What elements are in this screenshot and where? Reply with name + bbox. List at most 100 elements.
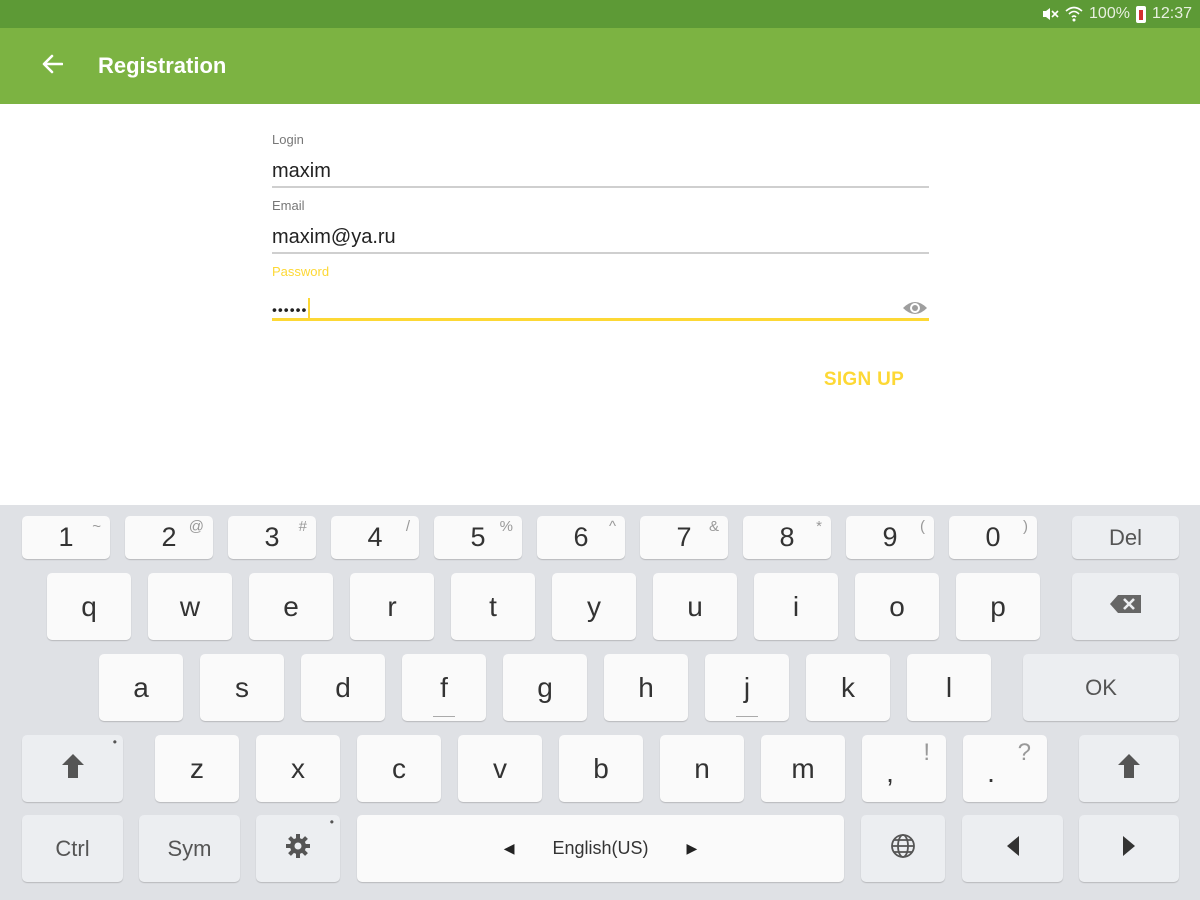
key-cursor-right[interactable]: [1079, 815, 1179, 882]
key-s[interactable]: s: [200, 654, 284, 721]
key-1[interactable]: 1 ~: [22, 516, 110, 559]
status-bar: 100% 12:37: [0, 0, 1200, 28]
key-label: f: [440, 671, 448, 703]
key-label: 0: [985, 522, 1001, 552]
key-label: 8: [779, 522, 795, 552]
shift-icon: [1117, 753, 1141, 785]
key-8[interactable]: 8 *: [743, 516, 831, 559]
password-field[interactable]: Password ••••••: [272, 260, 929, 326]
text-cursor: [308, 298, 311, 320]
dot-indicator: •: [329, 815, 334, 829]
key-hint: @: [188, 518, 204, 535]
key-w[interactable]: w: [148, 573, 232, 640]
key-shift-right[interactable]: [1079, 735, 1179, 802]
key-u[interactable]: u: [653, 573, 737, 640]
key-comma[interactable]: ,!: [862, 735, 946, 802]
email-field[interactable]: Email maxim@ya.ru: [272, 194, 929, 260]
eye-icon[interactable]: [901, 298, 929, 318]
password-dots: ••••••: [272, 301, 308, 318]
key-j[interactable]: j: [705, 654, 789, 721]
caret-right-icon: [1121, 835, 1137, 863]
caret-left-icon: [1005, 835, 1021, 863]
key-h[interactable]: h: [604, 654, 688, 721]
backspace-icon: [1109, 594, 1143, 620]
shift-icon: [61, 753, 85, 785]
key-d[interactable]: d: [301, 654, 385, 721]
soft-keyboard: 1 ~ 2 @ 3 # 4/ 5% 6 ^ 7 & 8 * 9( 0) Del q w e …: [0, 505, 1200, 900]
key-4[interactable]: 4/: [331, 516, 419, 559]
key-y[interactable]: y: [552, 573, 636, 640]
key-label: j: [743, 671, 751, 703]
key-t[interactable]: t: [451, 573, 535, 640]
key-hint: ~: [92, 518, 101, 535]
key-z[interactable]: z: [155, 735, 239, 802]
clock: 12:37: [1151, 5, 1192, 22]
key-q[interactable]: q: [47, 573, 131, 640]
key-e[interactable]: e: [249, 573, 333, 640]
key-7[interactable]: 7 &: [640, 516, 728, 559]
key-l[interactable]: l: [907, 654, 991, 721]
key-ok[interactable]: OK: [1023, 654, 1179, 721]
key-del[interactable]: Del: [1072, 516, 1179, 559]
key-sym[interactable]: Sym: [139, 815, 240, 882]
key-hint: ): [1023, 518, 1028, 535]
key-ctrl[interactable]: Ctrl: [22, 815, 123, 882]
email-input[interactable]: maxim@ya.ru: [272, 226, 396, 249]
globe-icon: [890, 833, 916, 865]
key-hint: %: [499, 518, 513, 535]
key-o[interactable]: o: [855, 573, 939, 640]
key-6[interactable]: 6 ^: [537, 516, 625, 559]
key-label: ,: [886, 756, 894, 788]
key-2[interactable]: 2 @: [125, 516, 213, 559]
key-hint: (: [920, 518, 925, 535]
app-bar: Registration: [0, 28, 1200, 104]
key-label: 5: [470, 522, 486, 552]
key-k[interactable]: k: [806, 654, 890, 721]
key-hint: ?: [1017, 739, 1031, 766]
key-b[interactable]: b: [559, 735, 643, 802]
key-c[interactable]: c: [357, 735, 441, 802]
home-marker: [736, 716, 758, 717]
password-label: Password: [272, 264, 330, 279]
key-9[interactable]: 9(: [846, 516, 934, 559]
key-settings[interactable]: •: [256, 815, 340, 882]
key-hint: !: [923, 739, 930, 766]
key-language[interactable]: [861, 815, 945, 882]
key-label: 2: [161, 522, 177, 552]
key-g[interactable]: g: [503, 654, 587, 721]
key-hint: &: [708, 518, 719, 535]
key-5[interactable]: 5%: [434, 516, 522, 559]
key-space[interactable]: ◀ English(US) ▶: [357, 815, 844, 882]
key-m[interactable]: m: [761, 735, 845, 802]
battery-icon: [1135, 5, 1146, 23]
key-3[interactable]: 3 #: [228, 516, 316, 559]
key-label: 1: [58, 522, 74, 552]
key-i[interactable]: i: [754, 573, 838, 640]
back-button[interactable]: [22, 36, 82, 96]
key-period[interactable]: .?: [963, 735, 1047, 802]
key-v[interactable]: v: [458, 735, 542, 802]
key-a[interactable]: a: [99, 654, 183, 721]
sign-up-button[interactable]: SIGN UP: [812, 362, 916, 398]
key-r[interactable]: r: [350, 573, 434, 640]
key-cursor-left[interactable]: [962, 815, 1063, 882]
login-underline: [272, 186, 929, 188]
key-label: .: [987, 756, 995, 788]
key-x[interactable]: x: [256, 735, 340, 802]
key-n[interactable]: n: [660, 735, 744, 802]
key-f[interactable]: f: [402, 654, 486, 721]
key-shift-left[interactable]: •: [22, 735, 123, 802]
mute-icon: [1041, 6, 1059, 22]
key-backspace[interactable]: [1072, 573, 1179, 640]
arrow-right-small-icon: ▶: [686, 840, 698, 856]
arrow-left-icon: [41, 54, 64, 79]
language-label: English(US): [552, 838, 649, 858]
login-field[interactable]: Login maxim: [272, 128, 929, 194]
key-p[interactable]: p: [956, 573, 1040, 640]
key-0[interactable]: 0): [949, 516, 1037, 559]
login-input[interactable]: maxim: [272, 160, 331, 183]
arrow-left-small-icon: ◀: [503, 840, 515, 856]
wifi-icon: [1065, 6, 1083, 22]
email-label: Email: [272, 198, 305, 213]
dot-indicator: •: [112, 735, 117, 749]
